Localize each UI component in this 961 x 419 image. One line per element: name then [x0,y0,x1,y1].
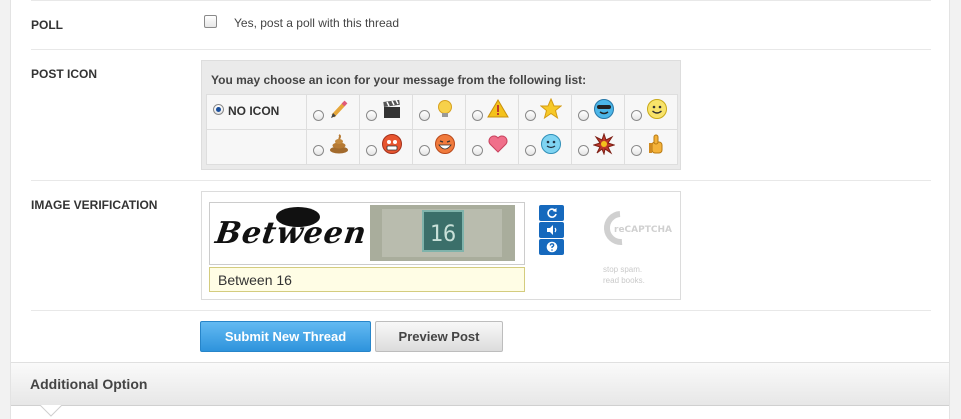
captcha-number: 16 [430,222,457,247]
burst-icon [593,133,615,155]
blue-smiley-icon [541,134,561,154]
icon-radio[interactable] [313,110,324,121]
recaptcha-tagline-line2: read books. [603,276,645,285]
speaker-icon [546,225,556,235]
recaptcha-widget: Between 16 Between 16 reCAPTCHA stop spa… [201,191,681,300]
captcha-response-input[interactable] [209,267,525,292]
icon-radio[interactable] [631,110,642,121]
image-verification-row: IMAGE VERIFICATION Between 16 Between 16… [31,181,931,311]
additional-option-title: Additional Option [30,376,148,392]
recaptcha-tagline-line1: stop spam. [603,265,643,274]
icon-option-angry-smiley[interactable] [359,129,413,165]
heart-icon [488,135,508,153]
poop-icon [330,134,348,154]
clapperboard-icon [383,99,400,118]
icon-radio[interactable] [366,145,377,156]
icon-radio[interactable] [631,145,642,156]
icon-radio[interactable] [472,110,483,121]
post-icon-intro: You may choose an icon for your message … [211,73,587,87]
poll-checkbox[interactable] [204,15,217,28]
captcha-controls [539,205,564,255]
refresh-icon [546,208,557,218]
laughing-smiley-icon [435,134,455,154]
pencil-icon [331,100,348,118]
additional-option-header[interactable]: Additional Option [11,362,949,406]
poll-label: POLL [31,18,63,32]
image-verification-label: IMAGE VERIFICATION [31,198,158,212]
icon-radio[interactable] [578,110,589,121]
recaptcha-brand: reCAPTCHA [614,225,672,235]
icon-radio[interactable] [472,145,483,156]
captcha-refresh-button[interactable] [539,205,564,221]
post-icon-label: POST ICON [31,67,98,81]
poll-checkbox-label[interactable]: Yes, post a poll with this thread [234,16,399,30]
icon-option-thumbs-up[interactable] [624,129,678,165]
warning-icon [487,99,509,118]
chevron-down-icon [39,405,63,417]
icon-option-warning[interactable] [465,94,519,130]
happy-smiley-icon [647,99,667,119]
no-icon-radio[interactable] [213,104,224,115]
icon-option-star[interactable] [518,94,572,130]
lightbulb-icon [438,100,452,117]
thumbs-up-icon [649,134,663,154]
icon-option-heart[interactable] [465,129,519,165]
icon-radio[interactable] [525,145,536,156]
captcha-image: Between 16 [209,202,525,265]
post-icon-row: POST ICON You may choose an icon for you… [31,50,931,181]
captcha-audio-button[interactable] [539,222,564,238]
icon-option-laughing-smiley[interactable] [412,129,466,165]
poll-row: POLL Yes, post a poll with this thread [31,0,931,50]
captcha-word: Between [212,216,368,251]
icon-option-blue-smiley[interactable] [518,129,572,165]
cool-smiley-icon [594,99,614,119]
icon-radio[interactable] [313,145,324,156]
icon-option-cool-smiley[interactable] [571,94,625,130]
new-thread-form: POLL Yes, post a poll with this thread P… [10,0,950,419]
angry-smiley-icon [382,134,402,154]
preview-post-button[interactable]: Preview Post [375,321,503,352]
icon-radio[interactable] [578,145,589,156]
no-icon-label[interactable]: NO ICON [228,104,279,118]
post-icon-picker: You may choose an icon for your message … [201,60,681,170]
icon-radio[interactable] [419,145,430,156]
post-icon-table: NO ICON [206,94,678,165]
icon-option-happy-smiley[interactable] [624,94,678,130]
icon-radio[interactable] [366,110,377,121]
icon-radio[interactable] [525,110,536,121]
icon-table-empty-cell [206,129,307,165]
captcha-challenge-graphic: Between 16 [212,205,515,261]
help-icon [546,241,557,253]
recaptcha-brand-icon: reCAPTCHA [603,211,672,246]
icon-option-burst[interactable] [571,129,625,165]
star-icon [540,98,562,120]
recaptcha-logo: reCAPTCHA stop spam. read books. [600,206,680,292]
icon-option-poop[interactable] [306,129,360,165]
recaptcha-tagline: stop spam. read books. [603,264,645,286]
icon-option-clapperboard[interactable] [359,94,413,130]
icon-option-pencil[interactable] [306,94,360,130]
icon-option-lightbulb[interactable] [412,94,466,130]
icon-radio[interactable] [419,110,430,121]
captcha-help-button[interactable] [539,239,564,255]
submit-new-thread-button[interactable]: Submit New Thread [200,321,371,352]
no-icon-option[interactable]: NO ICON [206,94,307,130]
